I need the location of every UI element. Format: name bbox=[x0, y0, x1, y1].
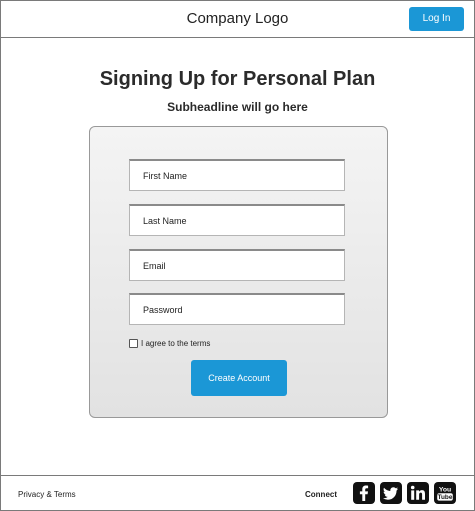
password-field[interactable]: Password bbox=[129, 293, 345, 325]
svg-text:You: You bbox=[439, 487, 451, 494]
privacy-terms-link[interactable]: Privacy & Terms bbox=[18, 490, 76, 499]
linkedin-icon[interactable] bbox=[407, 482, 429, 504]
agree-terms-label: I agree to the terms bbox=[141, 338, 211, 348]
first-name-field[interactable]: First Name bbox=[129, 159, 345, 191]
login-button[interactable]: Log In bbox=[409, 7, 464, 31]
connect-label: Connect bbox=[305, 490, 337, 499]
header: Company Logo Log In bbox=[1, 1, 474, 38]
company-logo[interactable]: Company Logo bbox=[1, 10, 474, 27]
agree-terms-row: I agree to the terms bbox=[129, 337, 210, 349]
footer: Privacy & Terms Connect You Tube bbox=[1, 475, 474, 511]
twitter-icon[interactable] bbox=[380, 482, 402, 504]
agree-terms-checkbox[interactable] bbox=[129, 338, 138, 348]
page-frame: Company Logo Log In Signing Up for Perso… bbox=[0, 0, 475, 511]
create-account-button[interactable]: Create Account bbox=[191, 360, 287, 396]
svg-text:Tube: Tube bbox=[438, 494, 453, 501]
last-name-field[interactable]: Last Name bbox=[129, 204, 345, 236]
email-field[interactable]: Email bbox=[129, 249, 345, 281]
signup-form-card: First Name Last Name Email Password I ag… bbox=[89, 126, 388, 418]
page-title: Signing Up for Personal Plan bbox=[99, 68, 376, 90]
facebook-icon[interactable] bbox=[353, 482, 375, 504]
page-subtitle: Subheadline will go here bbox=[167, 100, 308, 114]
youtube-icon[interactable]: You Tube bbox=[434, 482, 456, 504]
